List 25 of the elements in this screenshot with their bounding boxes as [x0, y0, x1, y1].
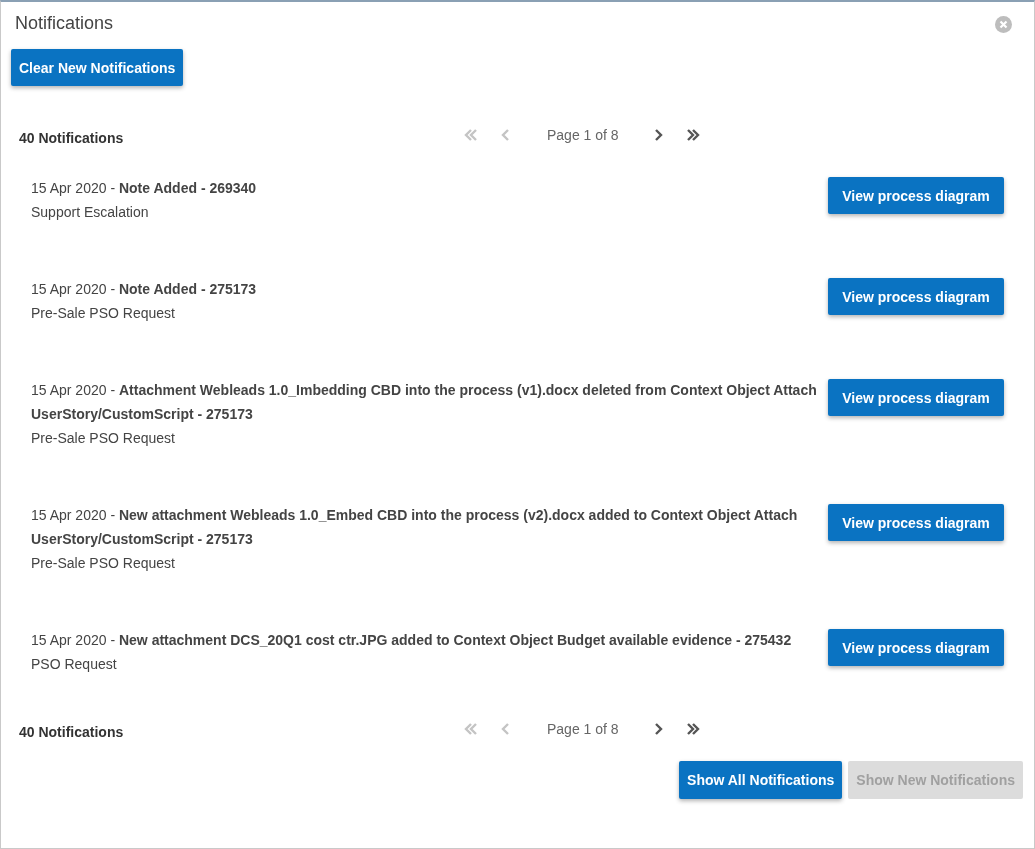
- notification-category: Pre-Sale PSO Request: [31, 429, 176, 448]
- close-icon[interactable]: [995, 15, 1012, 33]
- notification-text: 15 Apr 2020 - Attachment Webleads 1.0_Imbedding CBD into the process (v1).docx deleted from Context Object Attach UserStory/CustomScript - 275173: [31, 381, 818, 424]
- window-title: Notifications: [15, 12, 114, 34]
- view-process-diagram-button[interactable]: View process diagram: [828, 379, 1004, 416]
- notification-text: 15 Apr 2020 - New attachment Webleads 1.0_Embed CBD into the process (v2).docx added to Context Object Attach UserStory/CustomScript - 275173: [31, 506, 799, 549]
- notification-category: PSO Request: [31, 655, 118, 674]
- notification-category: Pre-Sale PSO Request: [31, 554, 176, 573]
- footer-button[interactable]: Show All Notifications: [679, 761, 843, 799]
- notification-text: 15 Apr 2020 - New attachment DCS_20Q1 cost ctr.JPG added to Context Object Budget available evidence - 275432: [31, 631, 793, 650]
- view-process-diagram-button[interactable]: View process diagram: [828, 278, 1004, 315]
- notification-text: 15 Apr 2020 - Note Added - 269340: [31, 179, 258, 198]
- view-process-diagram-button[interactable]: View process diagram: [828, 504, 1004, 541]
- double-chevron-right-icon[interactable]: [684, 127, 702, 143]
- view-process-diagram-button[interactable]: View process diagram: [828, 629, 1004, 666]
- clear-new-notifications-button[interactable]: Clear New Notifications: [11, 49, 184, 86]
- notification-count: 40 Notifications: [18, 723, 125, 740]
- double-chevron-right-icon[interactable]: [684, 721, 702, 737]
- notification-count: 40 Notifications: [18, 129, 125, 146]
- notification-category: Pre-Sale PSO Request: [31, 304, 176, 323]
- page-indicator: Page 1 of 8: [547, 721, 619, 737]
- notification-text: 15 Apr 2020 - Note Added - 275173: [31, 280, 258, 299]
- page-indicator: Page 1 of 8: [547, 127, 619, 143]
- notification-category: Support Escalation: [31, 203, 150, 222]
- view-process-diagram-button[interactable]: View process diagram: [828, 177, 1004, 214]
